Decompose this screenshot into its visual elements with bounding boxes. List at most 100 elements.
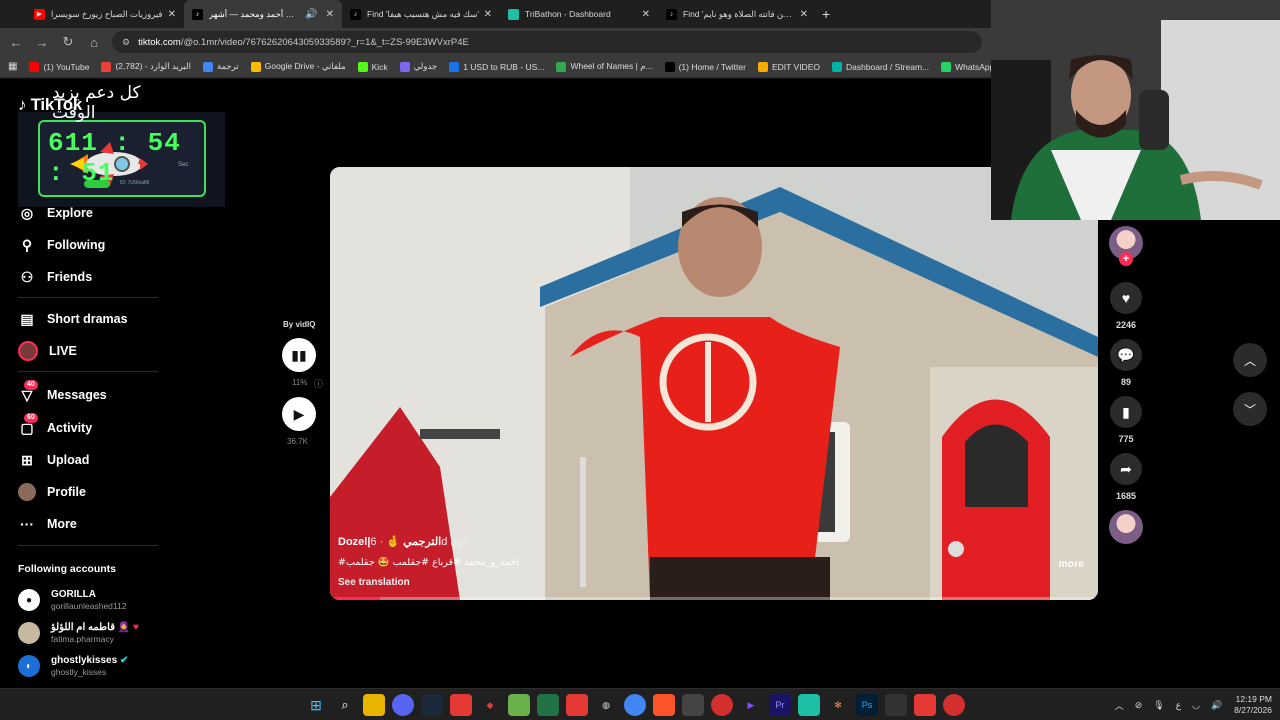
overlay-title: كل دعم يزيد الوقت <box>52 83 141 123</box>
discord-icon[interactable] <box>392 694 414 716</box>
premiere-icon[interactable]: Pr <box>769 694 791 716</box>
app-icon[interactable] <box>914 694 936 716</box>
capcut-icon[interactable] <box>682 694 704 716</box>
bookmark-gmail[interactable]: البريد الوارد - (2,782) <box>101 61 191 72</box>
stats-icon[interactable]: ▮▮ <box>282 338 316 372</box>
wifi-icon[interactable]: ◡ <box>1192 700 1200 711</box>
app-icon[interactable]: ◆ <box>479 694 501 716</box>
close-icon[interactable]: ✕ <box>168 9 176 20</box>
video-author[interactable]: Dozel|الترجمي 🤞 <box>338 536 441 548</box>
bookmark-youtube[interactable]: (1) YouTube <box>29 61 89 72</box>
tab-3[interactable]: TriBathon - Dashboard ✕ <box>500 0 658 28</box>
sidebar-item-short-dramas[interactable]: ▤ Short dramas <box>18 307 168 331</box>
photoshop-icon[interactable]: Ps <box>856 694 878 716</box>
app-icon[interactable] <box>566 694 588 716</box>
excel-icon[interactable] <box>537 694 559 716</box>
close-icon[interactable]: ✕ <box>642 9 650 20</box>
app-icon[interactable] <box>798 694 820 716</box>
chevron-down-icon[interactable]: ﹀ <box>1233 392 1267 426</box>
app-icon[interactable] <box>508 694 530 716</box>
tab-1[interactable]: ♪ جقلمب أحمد ومحمد — أشهر 🔊 ✕ <box>184 0 342 28</box>
more-button[interactable]: more <box>1058 558 1084 570</box>
account-item[interactable]: ◐ ghostlykisses ✔ ghostly_kisses <box>18 652 178 680</box>
play-icon[interactable]: ▶ <box>282 397 316 431</box>
comment-action[interactable]: 💬 89 <box>1108 339 1144 387</box>
obs-icon[interactable]: ◍ <box>595 694 617 716</box>
account-item[interactable]: ● GORILLA gorillaunleashed112 <box>18 586 178 614</box>
volume-icon[interactable]: 🔊 <box>1211 700 1222 711</box>
search-icon[interactable]: ⌕ <box>334 694 356 716</box>
video-author-line: Dozel|الترجمي 🤞 · 6d ago <box>338 535 469 548</box>
sidebar-item-messages[interactable]: ▽ 40 Messages <box>18 380 168 407</box>
tiktok-icon: ♪ <box>192 8 203 20</box>
bookmark-whatsapp[interactable]: WhatsApp <box>941 61 994 72</box>
chevron-up-icon[interactable]: ︿ <box>1115 699 1124 712</box>
video-progress-bar[interactable] <box>334 597 1094 600</box>
tab-0[interactable]: ▶ فيروزيات الصباح زيورخ سويسرا ✕ <box>26 0 184 28</box>
sidebar-item-live[interactable]: LIVE <box>18 339 168 363</box>
chevron-up-icon[interactable]: ︿ <box>1233 343 1267 377</box>
app-icon[interactable] <box>450 694 472 716</box>
forward-icon[interactable]: → <box>30 30 54 54</box>
music-disc[interactable] <box>1108 510 1144 544</box>
close-icon[interactable]: ✕ <box>326 9 334 20</box>
file-explorer-icon[interactable] <box>363 694 385 716</box>
heart-icon[interactable]: ♥ <box>1110 282 1142 314</box>
sidebar-item-following[interactable]: ⚲ Following <box>18 233 168 257</box>
bookmark-edit[interactable]: EDIT VIDEO <box>757 61 820 72</box>
app-icon[interactable] <box>711 694 733 716</box>
like-action[interactable]: ♥ 2246 <box>1108 282 1144 330</box>
steam-icon[interactable] <box>421 694 443 716</box>
language-indicator[interactable]: ع <box>1176 700 1181 711</box>
close-icon[interactable]: ✕ <box>484 9 492 20</box>
sidebar-item-profile[interactable]: Profile <box>18 480 168 504</box>
bookmark-translate[interactable]: ترجمة <box>202 61 239 72</box>
app-icon[interactable]: ✻ <box>827 694 849 716</box>
sidebar-item-more[interactable]: ··· More <box>18 512 168 536</box>
clock[interactable]: 12:19 PM 8/27/2026 <box>1234 694 1272 716</box>
video-player[interactable]: Dozel|الترجمي 🤞 · 6d ago #احمد_و_محمد #ق… <box>330 167 1098 600</box>
home-icon[interactable]: ⌂ <box>82 30 106 54</box>
brave-icon[interactable] <box>653 694 675 716</box>
apps-icon[interactable]: ▦ <box>8 61 17 72</box>
share-icon[interactable]: ➦ <box>1110 453 1142 485</box>
sidebar-item-friends[interactable]: ⚇ Friends <box>18 265 168 289</box>
mic-icon[interactable]: 🎙 <box>1153 700 1164 711</box>
sidebar-item-upload[interactable]: ⊞ Upload <box>18 448 168 472</box>
close-icon[interactable]: ✕ <box>800 9 808 20</box>
bookmark-kick[interactable]: Kick <box>357 61 388 72</box>
chrome-icon[interactable] <box>624 694 646 716</box>
bookmark-drive[interactable]: Google Drive - ملفاتي <box>250 61 346 72</box>
windows-start-icon[interactable]: ⊞ <box>305 694 327 716</box>
account-item[interactable]: قاطمه ام اللؤلؤ 🧕 ♥ fatima.pharmacy <box>18 619 178 647</box>
share-action[interactable]: ➦ 1685 <box>1108 453 1144 501</box>
app-icon[interactable] <box>943 694 965 716</box>
bookmark-wheel[interactable]: Wheel of Names | م... <box>556 61 653 72</box>
tiktok-icon: ♪ <box>666 8 677 20</box>
tab-2[interactable]: ♪ Find 'سك فيه مش هتسيب هيفا' ✕ <box>342 0 500 28</box>
network-icon[interactable]: ⊘ <box>1135 700 1143 711</box>
creator-avatar[interactable]: + <box>1108 226 1144 266</box>
bookmark-xe[interactable]: 1 USD to RUB - US... <box>449 61 544 72</box>
app-icon[interactable]: ▶ <box>740 694 762 716</box>
follow-plus-icon[interactable]: + <box>1119 252 1133 266</box>
bookmark-icon[interactable]: ▮ <box>1110 396 1142 428</box>
app-icon[interactable] <box>885 694 907 716</box>
speaker-icon[interactable]: 🔊 <box>305 9 317 20</box>
back-icon[interactable]: ← <box>4 30 28 54</box>
reload-icon[interactable]: ↻ <box>56 30 80 54</box>
bookmark-dashboard[interactable]: Dashboard / Stream... <box>831 61 929 72</box>
tab-4[interactable]: ♪ Find 'لم من فاتته الصلاة وهو نايم' ✕ <box>658 0 816 28</box>
comment-icon[interactable]: 💬 <box>1110 339 1142 371</box>
see-translation-link[interactable]: See translation <box>338 577 410 588</box>
sidebar-item-explore[interactable]: ◎ Explore <box>18 201 168 225</box>
info-icon[interactable]: ⓘ <box>314 377 323 390</box>
new-tab-button[interactable]: + <box>822 6 830 22</box>
nav-label: Upload <box>47 453 90 467</box>
bookmark-x[interactable]: (1) Home / Twitter <box>664 61 746 72</box>
site-info-icon[interactable]: ⚙ <box>122 37 130 48</box>
sidebar-item-activity[interactable]: ▢ 60 Activity <box>18 413 168 440</box>
bookmark-schedule[interactable]: جدولي <box>399 61 437 72</box>
url-input[interactable]: ⚙ tiktok.com /@o.1mr/video/7676262064305… <box>112 31 982 53</box>
save-action[interactable]: ▮ 775 <box>1108 396 1144 444</box>
